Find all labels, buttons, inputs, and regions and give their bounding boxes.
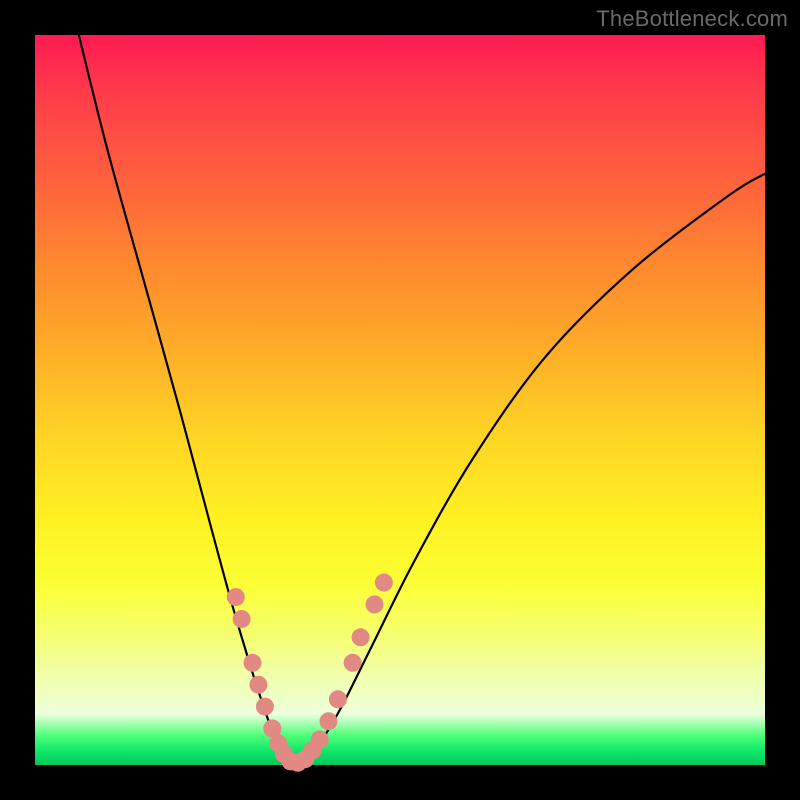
- curve-marker: [366, 595, 384, 613]
- curve-marker: [320, 712, 338, 730]
- curve-marker: [352, 628, 370, 646]
- chart-frame: TheBottleneck.com: [0, 0, 800, 800]
- curve-marker: [233, 610, 251, 628]
- curve-marker: [311, 731, 329, 749]
- gradient-plot-area: [35, 35, 765, 765]
- curve-marker: [344, 654, 362, 672]
- curve-marker: [227, 588, 245, 606]
- bottleneck-curve: [79, 35, 765, 766]
- watermark-text: TheBottleneck.com: [596, 6, 788, 32]
- curve-marker: [329, 690, 347, 708]
- curve-svg: [35, 35, 765, 765]
- curve-marker: [256, 698, 274, 716]
- curve-marker: [244, 654, 262, 672]
- curve-marker: [249, 676, 267, 694]
- curve-marker: [375, 574, 393, 592]
